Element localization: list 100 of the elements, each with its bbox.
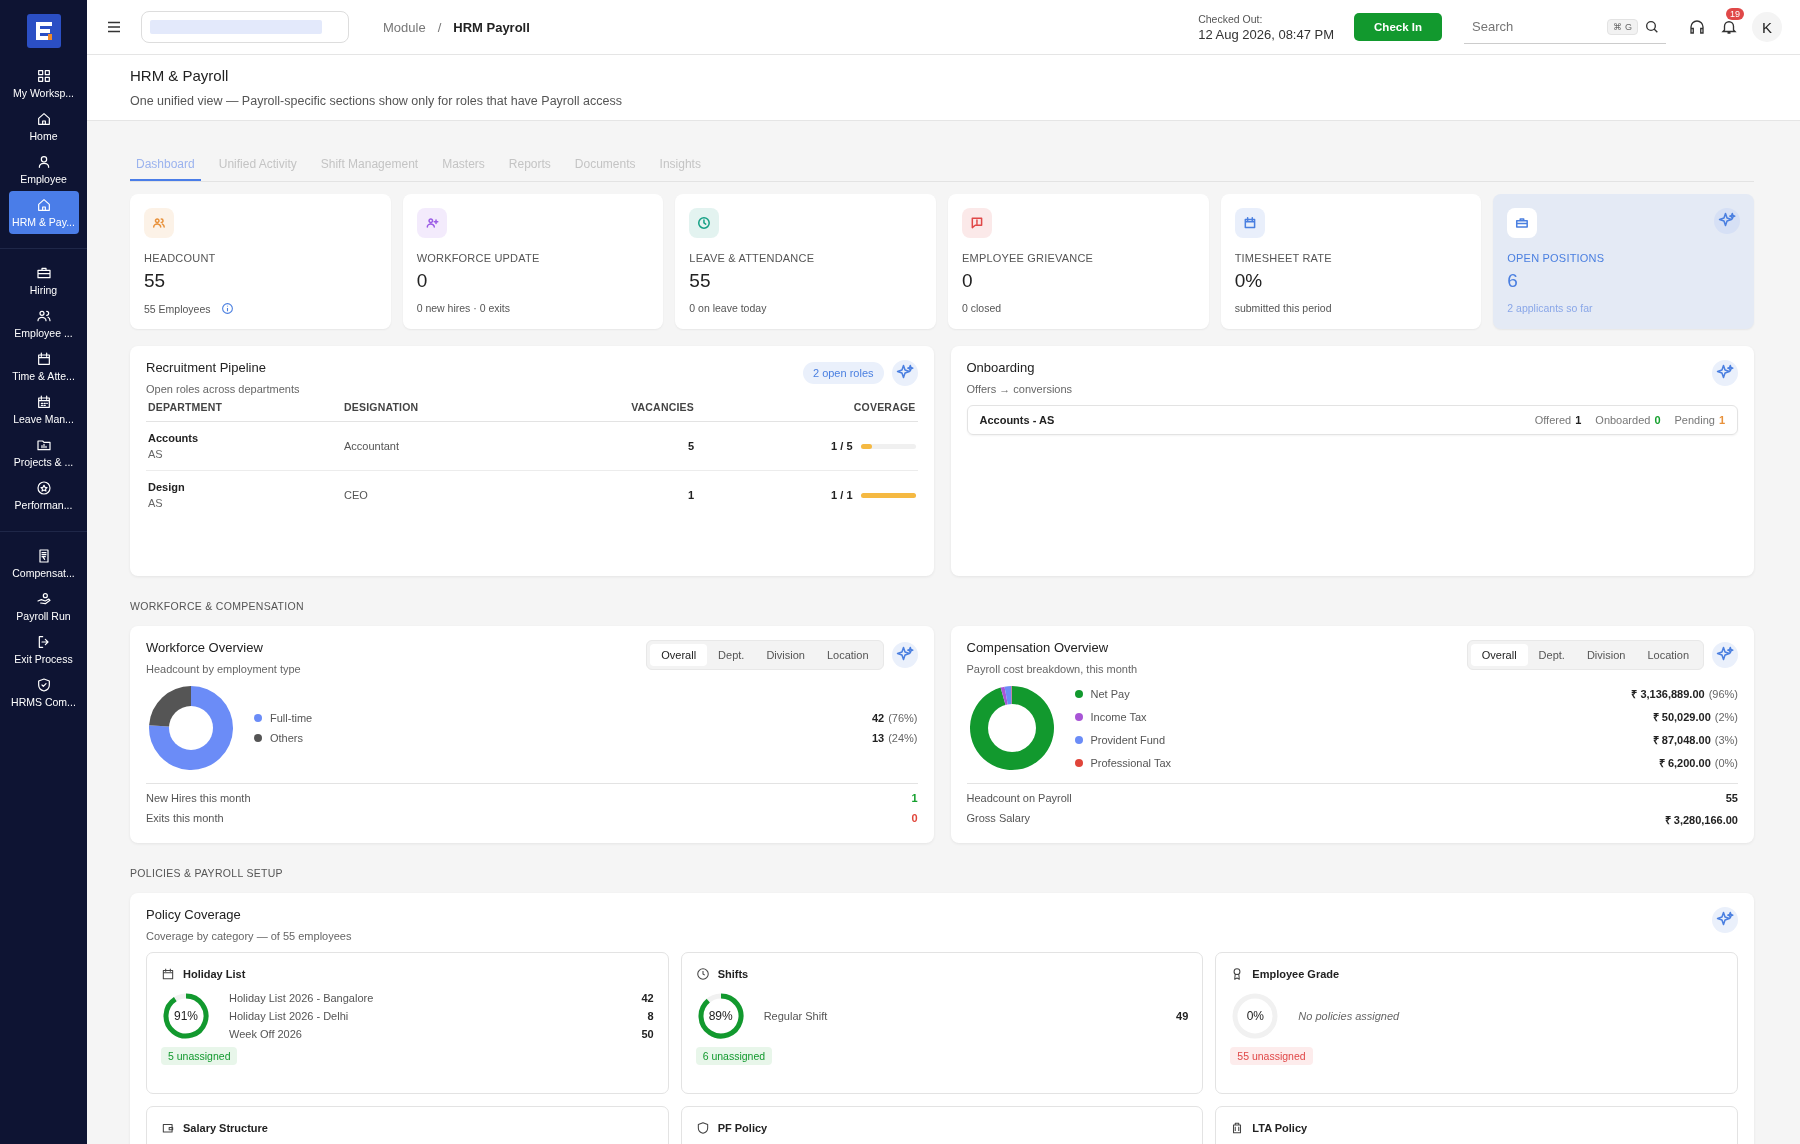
sparkle-icon[interactable] <box>891 360 918 386</box>
sparkle-icon[interactable] <box>891 642 918 668</box>
stat-label: LEAVE & ATTENDANCE <box>689 252 816 264</box>
summary-label: Exits this month <box>146 812 224 824</box>
segment-tab[interactable]: Division <box>1575 644 1637 666</box>
headset-icon[interactable] <box>1688 18 1706 36</box>
sparkle-icon[interactable] <box>1712 907 1738 933</box>
coverage-ratio: 1 / 1 <box>831 489 853 501</box>
sidebar-item[interactable]: Home <box>8 105 79 148</box>
sparkle-icon[interactable] <box>1712 642 1738 668</box>
sidebar-item[interactable]: Exit Process <box>8 628 79 671</box>
legend-percent: (3%) <box>1714 733 1738 746</box>
sidebar-item[interactable]: Leave Man... <box>8 388 79 431</box>
sidebar-item[interactable]: Projects & ... <box>8 431 79 474</box>
legend-label: Full-time <box>270 712 313 724</box>
card-title: Policy Coverage <box>146 907 242 922</box>
home-icon <box>35 197 52 213</box>
card-title: Onboarding <box>966 360 1036 375</box>
check-in-button[interactable]: Check In <box>1354 13 1442 41</box>
department-name: Accounts <box>148 432 200 444</box>
info-icon[interactable] <box>220 302 234 315</box>
policy-count: 42 <box>641 992 654 1004</box>
breadcrumb-item[interactable]: HRM Payroll <box>453 19 530 35</box>
segment-tab[interactable]: Dept. <box>707 644 756 666</box>
policy-title: Holiday List <box>183 968 246 980</box>
legend-value: ₹ 6,200.00 <box>1658 756 1711 770</box>
coverage-percent: 91% <box>174 1009 198 1023</box>
search-field[interactable]: Search <box>1470 18 1602 35</box>
card-subtitle: Open roles across departments <box>146 383 300 395</box>
sidebar-item[interactable]: Employee ... <box>8 302 79 345</box>
unassigned-tag: 6 unassigned <box>695 1047 773 1065</box>
checked-time: 12 Aug 2026, 08:47 PM <box>1198 26 1335 42</box>
notification-count: 19 <box>1726 8 1744 20</box>
stat-label: TIMESHEET RATE <box>1234 252 1333 264</box>
segment-tab[interactable]: Location <box>815 644 880 666</box>
stat-label: Offered <box>1534 414 1572 426</box>
legend-value: ₹ 3,136,889.00 <box>1631 687 1705 701</box>
logo-icon[interactable] <box>26 14 61 48</box>
bell-icon[interactable] <box>1720 18 1738 36</box>
segment-tab[interactable]: Dept. <box>1527 644 1576 666</box>
sparkle-icon[interactable] <box>1714 208 1740 234</box>
segment-tab[interactable]: Location <box>1636 644 1700 666</box>
legend-label: Income Tax <box>1090 710 1147 723</box>
sidebar-item[interactable]: Performan... <box>8 474 79 517</box>
sidebar-item[interactable]: HRM & Pay... <box>8 191 79 234</box>
open-roles-badge[interactable]: 2 open roles <box>802 362 884 384</box>
person-add-icon <box>416 208 447 238</box>
segment-tab[interactable]: Overall <box>650 644 708 666</box>
coverage-ring <box>695 991 746 1041</box>
search-icon[interactable] <box>1644 18 1660 35</box>
column-header: DEPARTMENT <box>148 401 224 413</box>
breadcrumb-separator: / <box>437 19 442 35</box>
legend-value: 42 <box>871 712 885 724</box>
stat-value: 0% <box>1234 270 1264 292</box>
sidebar-item[interactable]: Hiring <box>8 259 79 302</box>
policy-title: Employee Grade <box>1252 968 1340 980</box>
sidebar-item[interactable]: My Worksp... <box>8 62 79 105</box>
policy-count: 8 <box>647 1010 654 1022</box>
summary-value: 0 <box>911 812 918 824</box>
department-code: AS <box>148 497 164 509</box>
message-alert-icon <box>962 208 992 238</box>
column-header: VACANCIES <box>630 401 694 413</box>
legend-label: Professional Tax <box>1090 756 1171 769</box>
calendar-icon <box>161 967 175 981</box>
sidebar-item[interactable]: Compensat... <box>8 542 79 585</box>
policy-count: 50 <box>641 1028 654 1040</box>
onboarding-row[interactable]: Accounts - AS Offered 1 Onboarded 0 Pending 1 <box>966 405 1738 435</box>
summary-value: 55 <box>1725 792 1738 804</box>
stat-value: 55 <box>144 270 167 292</box>
user-avatar[interactable]: K <box>1752 12 1782 42</box>
sidebar-item[interactable]: HRMS Com... <box>8 671 79 714</box>
table-cell-text: 1 <box>686 489 694 501</box>
briefcase-icon <box>1507 208 1538 238</box>
summary-label: Gross Salary <box>966 812 1031 826</box>
segment-tab[interactable]: Overall <box>1470 644 1528 666</box>
stat-value: 1 <box>1575 414 1582 426</box>
shortcut-hint: ⌘ G <box>1607 18 1638 35</box>
sidebar-item[interactable]: Time & Atte... <box>8 345 79 388</box>
sidebar-item[interactable]: Payroll Run <box>8 585 79 628</box>
stat-value: 0 <box>416 270 429 292</box>
sparkle-icon[interactable] <box>1712 360 1738 386</box>
card-subtitle: Offers → conversions <box>966 383 1073 395</box>
stat-label: OPEN POSITIONS <box>1507 252 1606 264</box>
summary-value: 1 <box>911 792 918 804</box>
table-cell-text: Accountant <box>344 440 401 452</box>
column-header: COVERAGE <box>852 401 916 413</box>
home-icon <box>35 111 52 127</box>
breadcrumb-item[interactable]: Module <box>383 19 426 35</box>
onboarding-name: Accounts - AS <box>979 414 1055 426</box>
summary-value: ₹ 3,280,166.00 <box>1664 813 1738 827</box>
legend-percent: (0%) <box>1714 756 1738 769</box>
sidebar-item[interactable]: Employee <box>8 148 79 191</box>
segment-tab[interactable]: Division <box>755 644 816 666</box>
coverage-bar <box>860 443 916 449</box>
empty-message: No policies assigned <box>1298 1010 1401 1022</box>
policy-title: PF Policy <box>717 1122 768 1134</box>
policy-title: LTA Policy <box>1252 1122 1308 1134</box>
policy-title: Shifts <box>717 968 749 980</box>
coverage-percent: 89% <box>708 1009 733 1023</box>
shield-icon <box>695 1121 710 1135</box>
